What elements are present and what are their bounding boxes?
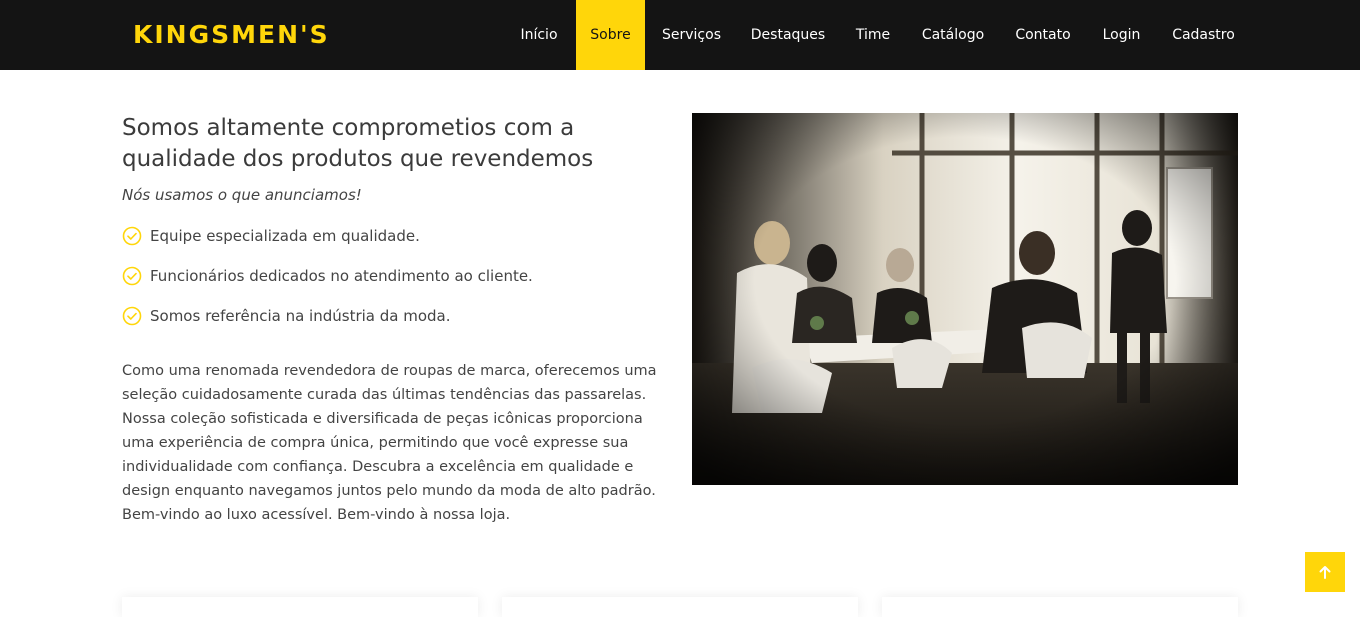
check-circle-icon	[122, 306, 142, 326]
feature-list: Equipe especializada em qualidade. Funci…	[122, 226, 533, 346]
nav-item-contato[interactable]: Contato	[1002, 0, 1084, 70]
navbar: KINGSMEN'S Início Sobre Serviços Destaqu…	[0, 0, 1360, 70]
back-to-top-button[interactable]	[1305, 552, 1345, 592]
service-card	[882, 597, 1238, 617]
nav-item-destaques[interactable]: Destaques	[738, 0, 838, 70]
nav-item-catalogo[interactable]: Catálogo	[908, 0, 998, 70]
nav-item-time[interactable]: Time	[842, 0, 904, 70]
feature-text: Funcionários dedicados no atendimento ao…	[150, 267, 533, 285]
arrow-up-icon	[1319, 566, 1331, 579]
feature-item: Somos referência na indústria da moda.	[122, 306, 533, 346]
nav-menu: Início Sobre Serviços Destaques Time Cat…	[0, 0, 1360, 70]
feature-text: Somos referência na indústria da moda.	[150, 307, 451, 325]
about-subtitle: Nós usamos o que anunciamos!	[122, 186, 362, 204]
service-card	[502, 597, 858, 617]
feature-text: Equipe especializada em qualidade.	[150, 227, 420, 245]
feature-item: Funcionários dedicados no atendimento ao…	[122, 266, 533, 306]
check-circle-icon	[122, 266, 142, 286]
nav-item-sobre[interactable]: Sobre	[576, 0, 645, 70]
feature-item: Equipe especializada em qualidade.	[122, 226, 533, 266]
nav-item-servicos[interactable]: Serviços	[648, 0, 735, 70]
nav-item-cadastro[interactable]: Cadastro	[1159, 0, 1248, 70]
about-title: Somos altamente comprometios com a quali…	[122, 115, 594, 172]
nav-item-login[interactable]: Login	[1088, 0, 1155, 70]
service-card	[122, 597, 478, 617]
nav-item-inicio[interactable]: Início	[505, 0, 573, 70]
about-paragraph: Como uma renomada revendedora de roupas …	[122, 363, 657, 523]
check-circle-icon	[122, 226, 142, 246]
about-photo	[692, 113, 1238, 485]
